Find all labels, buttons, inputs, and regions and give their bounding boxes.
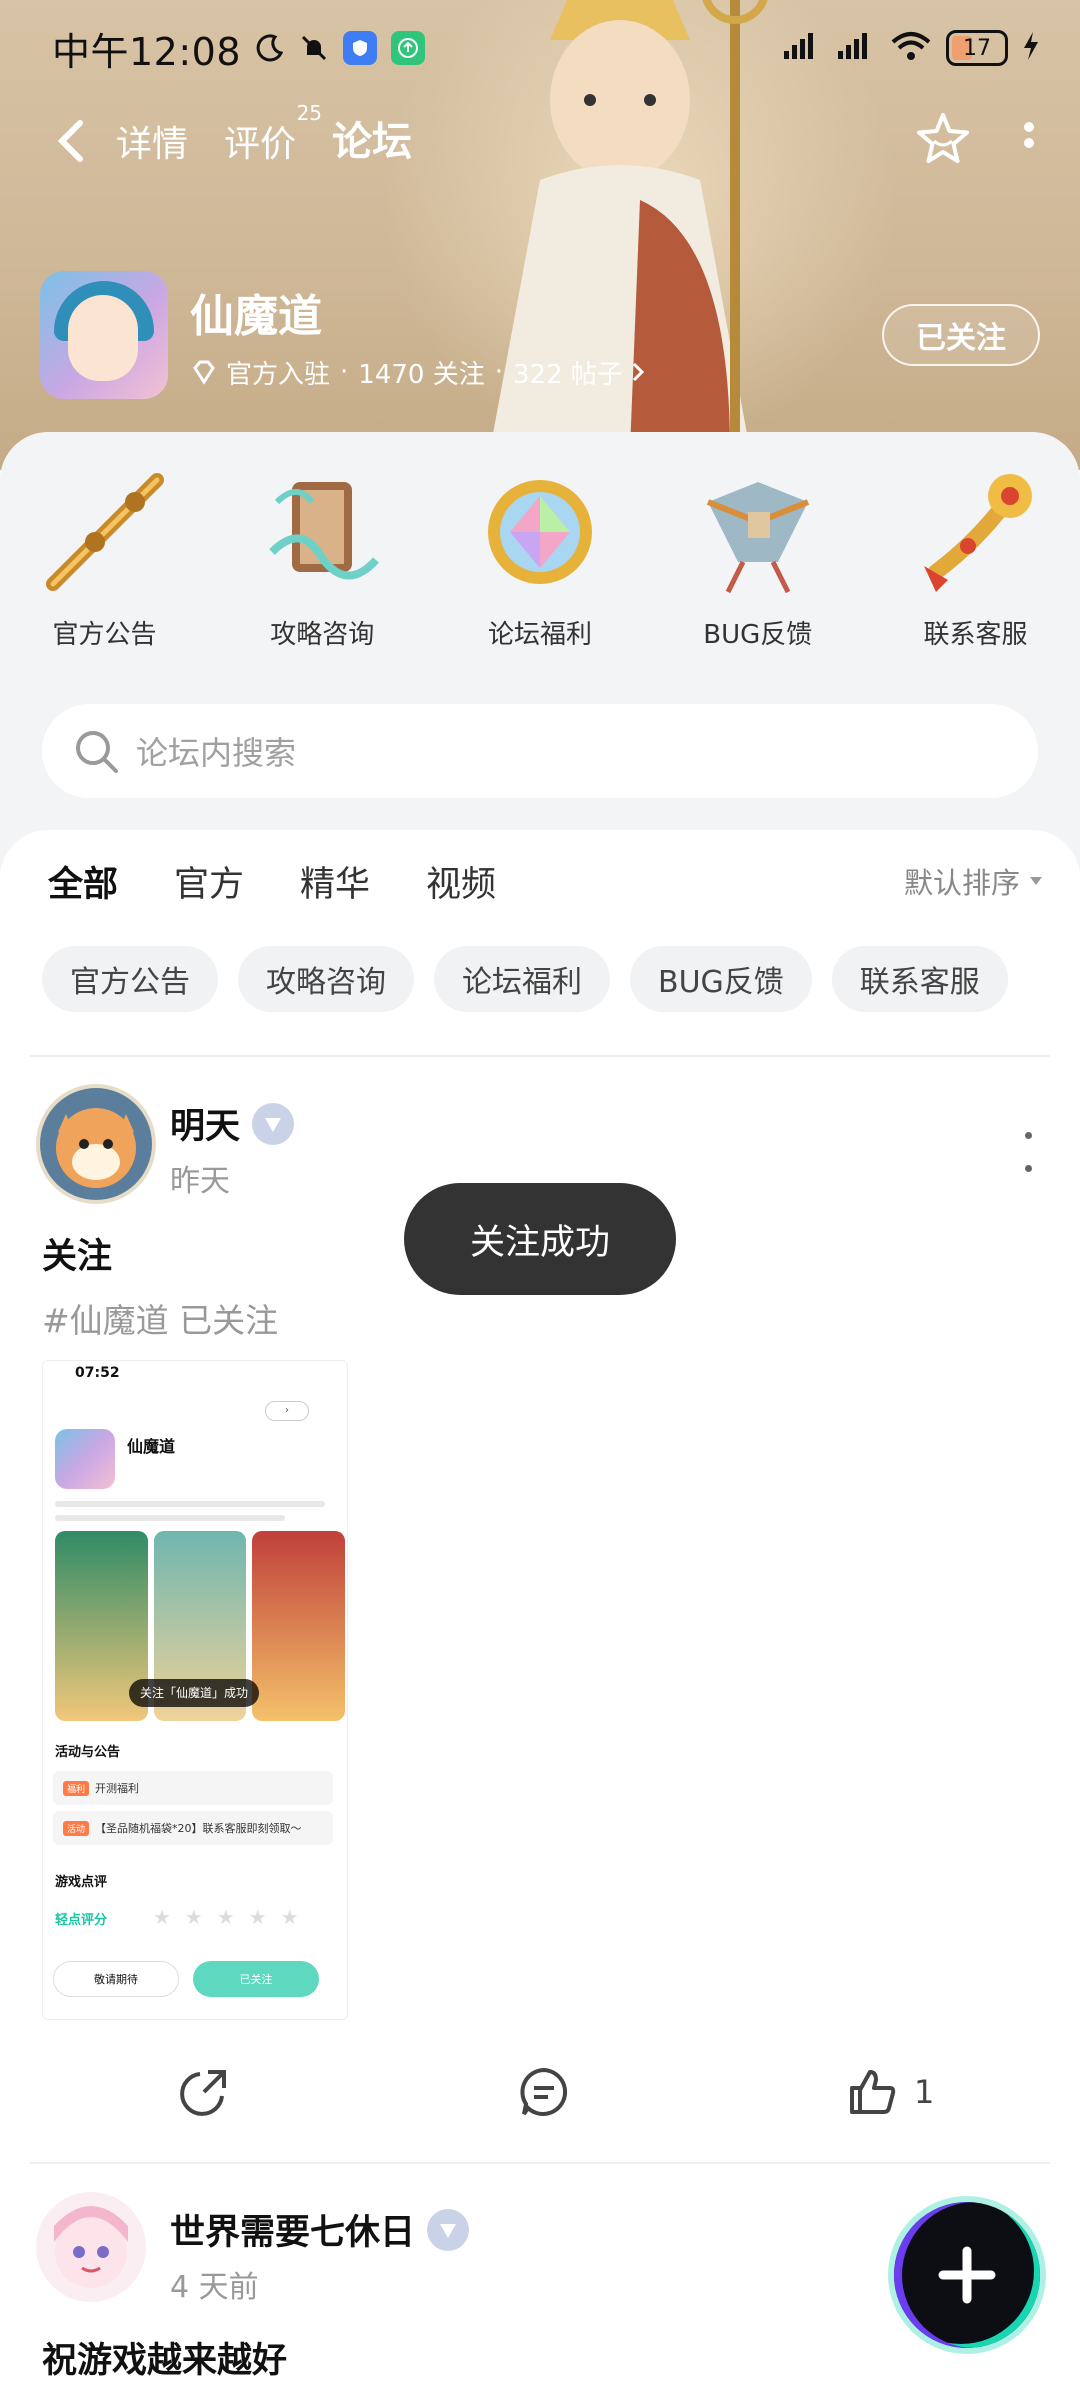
user-badge-icon — [427, 2208, 470, 2251]
search-icon — [76, 731, 118, 773]
toast-message: 关注成功 — [404, 1183, 676, 1295]
status-time: 中午12:08 — [52, 29, 242, 74]
category-support[interactable]: 联系客服 — [893, 462, 1058, 651]
sort-dropdown[interactable]: 默认排序 — [904, 860, 1044, 902]
share-icon — [180, 2070, 226, 2116]
thumb-game-icon — [55, 1429, 115, 1489]
avatar[interactable] — [36, 1084, 156, 1204]
filter-chip-announcements[interactable]: 官方公告 — [42, 946, 218, 1012]
category-guides[interactable]: 攻略咨询 — [240, 462, 405, 651]
category-bug-report[interactable]: BUG反馈 — [675, 462, 840, 651]
kite-icon — [688, 462, 828, 602]
official-label: 官方入驻 — [226, 359, 331, 390]
reviews-count-badge: 25 — [296, 101, 323, 125]
tab-details[interactable]: 详情 — [116, 115, 188, 171]
category-announcements[interactable]: 官方公告 — [22, 462, 187, 651]
follower-count: 1470 关注 — [358, 359, 485, 390]
post-username[interactable]: 世界需要七休日 — [170, 2204, 470, 2255]
category-welfare[interactable]: 论坛福利 — [458, 462, 623, 651]
user-badge-icon — [252, 1102, 295, 1145]
follow-button[interactable]: 已关注 — [882, 304, 1040, 366]
divider — [30, 1055, 1050, 1057]
feed-tab-featured[interactable]: 精华 — [300, 856, 370, 907]
more-options-button[interactable] — [1022, 119, 1036, 163]
search-placeholder: 论坛内搜索 — [136, 734, 297, 772]
post-time: 4 天前 — [170, 2270, 259, 2305]
filter-chips: 官方公告 攻略咨询 论坛福利 BUG反馈 联系客服 — [42, 946, 1008, 1012]
filter-chip-guides[interactable]: 攻略咨询 — [238, 946, 414, 1012]
chevron-right-icon — [632, 362, 645, 382]
wifi-icon — [890, 30, 932, 66]
signal-icon-2 — [836, 31, 876, 65]
post-actions: 1 — [0, 2050, 1080, 2130]
status-bar: 中午12:08 17 — [0, 0, 1080, 96]
feed-tabs: 全部 官方 精华 视频 — [48, 856, 552, 911]
charging-icon — [1022, 31, 1040, 65]
tab-reviews[interactable]: 评价 25 — [224, 101, 322, 171]
feed-tab-video[interactable]: 视频 — [426, 856, 496, 907]
forum-search-input[interactable]: 论坛内搜索 — [42, 704, 1038, 798]
like-count: 1 — [914, 2073, 935, 2111]
signal-icon — [782, 31, 822, 65]
game-name: 仙魔道 — [190, 290, 322, 342]
diamond-verified-icon — [193, 360, 215, 385]
ruyi-icon — [906, 462, 1046, 602]
shield-app-icon — [343, 31, 378, 65]
forum-category-panel: 官方公告 攻略咨询 论坛福利 BUG反馈 联系客服 论坛内搜索 — [0, 432, 1080, 872]
avatar[interactable] — [36, 2192, 146, 2302]
post-topic-tag[interactable]: #仙魔道 已关注 — [42, 1294, 278, 1342]
scroll-icon — [252, 462, 392, 602]
mute-bell-icon — [299, 33, 329, 63]
divider — [30, 2162, 1050, 2164]
post-time: 昨天 — [170, 1164, 230, 1199]
filter-chip-welfare[interactable]: 论坛福利 — [434, 946, 610, 1012]
post-title: 关注 — [42, 1237, 113, 1277]
battery-indicator: 17 — [946, 30, 1008, 66]
filter-chip-support[interactable]: 联系客服 — [831, 946, 1008, 1012]
game-meta[interactable]: 官方入驻 · 1470 关注 · 322 帖子 — [190, 354, 647, 391]
like-button[interactable]: 1 — [846, 2066, 934, 2118]
post-title: 祝游戏越来越好 — [42, 2341, 288, 2381]
upload-app-icon — [391, 31, 426, 65]
chevron-left-icon — [57, 120, 83, 162]
post-username[interactable]: 明天 — [170, 1098, 295, 1149]
caret-down-icon — [1030, 877, 1042, 885]
top-nav: 详情 评价 25 论坛 — [0, 96, 1080, 186]
game-info-row: 仙魔道 官方入驻 · 1470 关注 · 322 帖子 已关注 — [40, 270, 1040, 400]
feed-tab-all[interactable]: 全部 — [48, 856, 119, 911]
post-more-button[interactable] — [1016, 1132, 1040, 1172]
star-icon — [917, 113, 969, 163]
game-icon[interactable] — [40, 271, 168, 399]
share-button[interactable] — [178, 2066, 230, 2118]
thumb-forum-button: › — [265, 1401, 309, 1421]
staff-icon — [35, 462, 175, 602]
filter-chip-bug-report[interactable]: BUG反馈 — [630, 946, 812, 1012]
tab-forum[interactable]: 论坛 — [330, 109, 415, 171]
favorite-star-button[interactable] — [914, 110, 972, 172]
post-count: 322 帖子 — [512, 359, 623, 390]
thumbs-up-icon — [850, 2070, 896, 2114]
post-image[interactable]: 07:52 › 仙魔道 关注「仙魔道」成功 活动与公告 福利 开测福利 活动 【圣品… — [42, 1360, 348, 2020]
back-button[interactable] — [46, 111, 96, 171]
plus-icon — [938, 2246, 996, 2304]
more-vertical-icon — [1024, 122, 1034, 148]
sort-label: 默认排序 — [903, 866, 1020, 900]
new-post-button[interactable] — [894, 2202, 1040, 2348]
gem-icon — [470, 462, 610, 602]
comment-button[interactable] — [518, 2066, 570, 2118]
feed-tab-official[interactable]: 官方 — [174, 856, 244, 907]
comment-icon — [520, 2067, 568, 2116]
moon-icon — [255, 33, 285, 63]
